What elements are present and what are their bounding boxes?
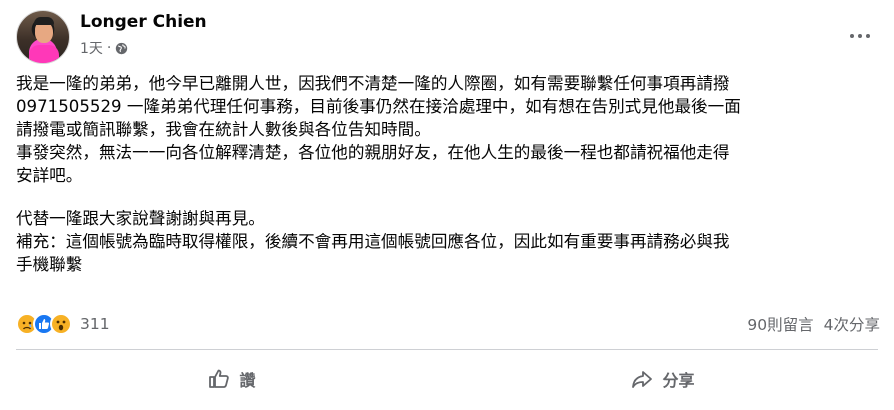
- post-line: 我是一隆的弟弟，他今早已離開人世，因我們不清楚一隆的人際圈，如有需要聯繫任何事項…: [16, 74, 730, 93]
- like-button[interactable]: 讚: [16, 352, 447, 406]
- more-dot: [850, 34, 854, 38]
- avatar-shirt: [29, 45, 59, 63]
- post-actions: 讚 分享: [16, 352, 878, 406]
- reaction-count: 311: [80, 315, 110, 333]
- post-line: 手機聯繫: [16, 255, 83, 274]
- post-meta: 1天 ·: [80, 38, 128, 58]
- post-content: 我是一隆的弟弟，他今早已離開人世，因我們不清楚一隆的人際圈，如有需要聯繫任何事項…: [16, 72, 886, 276]
- reactions-summary[interactable]: 311: [16, 312, 110, 336]
- more-dot: [866, 34, 870, 38]
- post-time[interactable]: 1天: [80, 38, 103, 58]
- author-name[interactable]: Longer Chien: [80, 12, 207, 32]
- thumbs-up-icon: [209, 369, 230, 388]
- share-arrow-icon: [632, 371, 653, 388]
- more-dot: [858, 34, 862, 38]
- globe-icon: [116, 42, 128, 54]
- share-button[interactable]: 分享: [447, 352, 878, 406]
- share-count[interactable]: 4次分享: [824, 313, 880, 335]
- post-line: 安詳吧。: [16, 166, 83, 185]
- comment-count[interactable]: 90則留言: [747, 313, 813, 335]
- meta-separator: ·: [106, 40, 112, 56]
- post-line: 代替一隆跟大家說聲謝謝與再見。: [16, 209, 265, 228]
- wow-reaction-icon: [50, 313, 72, 335]
- post-line: 0971505529 一隆弟弟代理任何事務，目前後事仍然在接洽處理中，如有想在告…: [16, 97, 741, 116]
- share-label: 分享: [662, 371, 695, 390]
- avatar-hair: [34, 17, 54, 25]
- like-label: 讚: [239, 371, 256, 390]
- post-line: 補充：這個帳號為臨時取得權限，後續不會再用這個帳號回應各位，因此如有重要事再請務…: [16, 232, 730, 251]
- post-header: Longer Chien 1天 ·: [16, 10, 878, 64]
- more-options-icon[interactable]: [842, 22, 878, 50]
- actions-divider: [16, 349, 878, 350]
- author-avatar[interactable]: [16, 10, 70, 64]
- post-line: 事發突然，無法一一向各位解釋清楚，各位他的親朋好友，在他人生的最後一程也都請祝福…: [16, 143, 730, 162]
- post-stats: 90則留言 4次分享: [747, 313, 880, 335]
- post-line: 請撥電或簡訊聯繫，我會在統計人數後與各位告知時間。: [16, 120, 431, 139]
